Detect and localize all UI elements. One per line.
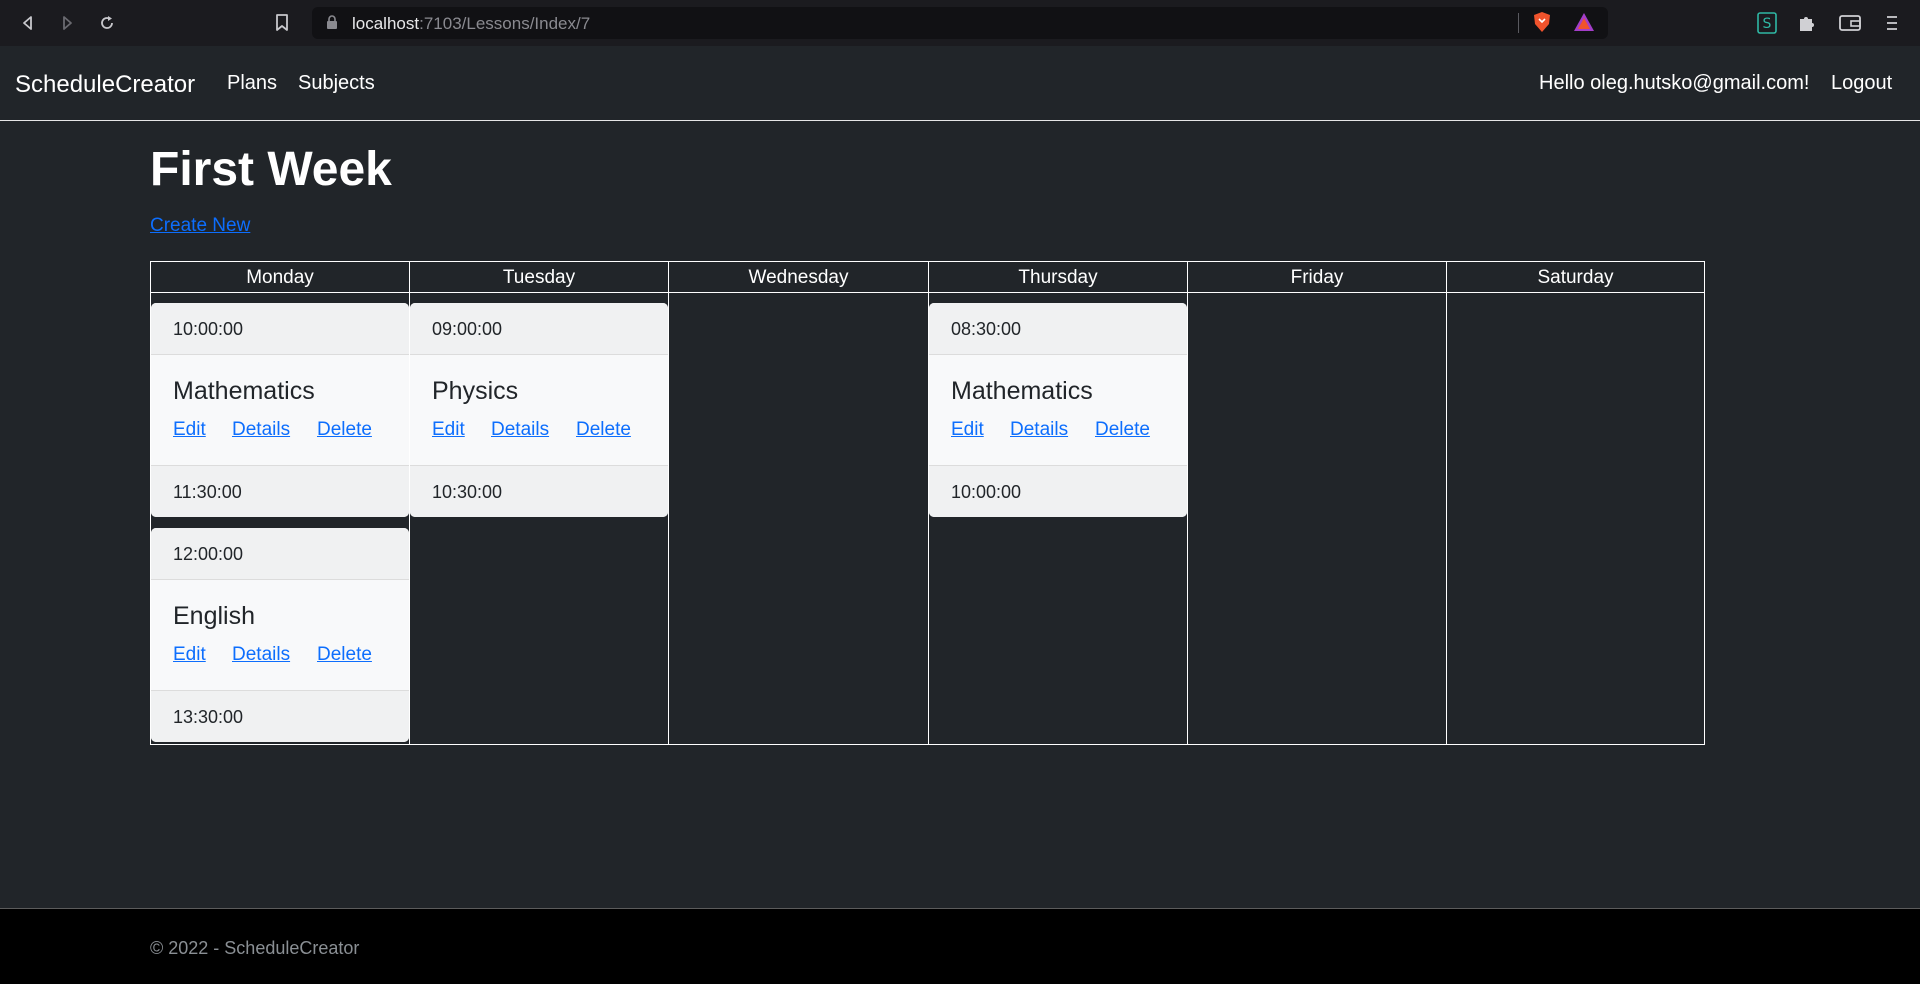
- day-header: Monday: [151, 262, 409, 293]
- lesson-end-time: 11:30:00: [151, 465, 409, 517]
- url-text: localhost:7103/Lessons/Index/7: [352, 14, 590, 34]
- lesson-start-time: 10:00:00: [151, 303, 409, 355]
- lesson-card: 08:30:00 Mathematics Edit Details Delete…: [929, 303, 1187, 517]
- lesson-end-time: 10:30:00: [410, 465, 668, 517]
- delete-link[interactable]: Delete: [576, 419, 631, 441]
- edit-link[interactable]: Edit: [432, 419, 465, 441]
- edit-link[interactable]: Edit: [951, 419, 984, 441]
- nav-link-subjects[interactable]: Subjects: [298, 72, 375, 95]
- brand-link[interactable]: ScheduleCreator: [15, 71, 195, 99]
- delete-link[interactable]: Delete: [317, 419, 372, 441]
- page-title: First Week: [150, 143, 392, 196]
- lesson-start-time: 08:30:00: [929, 303, 1187, 355]
- wallet-icon[interactable]: [1838, 11, 1862, 35]
- lesson-end-time: 13:30:00: [151, 690, 409, 742]
- bookmark-icon[interactable]: [270, 11, 294, 35]
- url-path: :7103/Lessons/Index/7: [419, 14, 591, 33]
- day-header: Saturday: [1447, 262, 1704, 293]
- edit-link[interactable]: Edit: [173, 644, 206, 666]
- details-link[interactable]: Details: [491, 419, 549, 441]
- app-navbar: ScheduleCreator Plans Subjects Hello ole…: [0, 46, 1920, 121]
- create-new-link[interactable]: Create New: [150, 215, 250, 237]
- back-icon[interactable]: [16, 11, 40, 35]
- day-header: Tuesday: [410, 262, 668, 293]
- lesson-end-time: 10:00:00: [929, 465, 1187, 517]
- delete-link[interactable]: Delete: [1095, 419, 1150, 441]
- lesson-subject: English: [173, 602, 255, 630]
- puzzle-icon[interactable]: [1795, 11, 1819, 35]
- lesson-subject: Physics: [432, 377, 519, 405]
- day-column-thursday: Thursday 08:30:00 Mathematics Edit Detai…: [928, 262, 1187, 744]
- lesson-start-time: 12:00:00: [151, 528, 409, 580]
- lesson-subject: Mathematics: [173, 377, 315, 405]
- day-column-wednesday: Wednesday: [668, 262, 928, 744]
- nav-link-plans[interactable]: Plans: [227, 72, 277, 95]
- schedule-table: Monday 10:00:00 Mathematics Edit Details…: [150, 261, 1705, 745]
- user-greeting[interactable]: Hello oleg.hutsko@gmail.com!: [1539, 72, 1809, 95]
- details-link[interactable]: Details: [232, 419, 290, 441]
- brave-rewards-icon[interactable]: [1572, 10, 1596, 34]
- lesson-body: Mathematics Edit Details Delete: [151, 355, 409, 465]
- browser-toolbar: localhost:7103/Lessons/Index/7 S: [0, 0, 1920, 46]
- lesson-start-time: 09:00:00: [410, 303, 668, 355]
- logout-link[interactable]: Logout: [1831, 72, 1892, 95]
- footer-copyright: © 2022 - ScheduleCreator: [150, 938, 360, 958]
- menu-icon[interactable]: [1880, 11, 1904, 35]
- lesson-card: 10:00:00 Mathematics Edit Details Delete…: [151, 303, 409, 517]
- lesson-body: Physics Edit Details Delete: [410, 355, 668, 465]
- svg-text:S: S: [1763, 16, 1772, 32]
- url-host: localhost: [352, 14, 420, 33]
- lesson-subject: Mathematics: [951, 377, 1093, 405]
- url-separator: [1518, 13, 1519, 33]
- day-column-saturday: Saturday: [1446, 262, 1704, 744]
- lock-icon: [327, 15, 337, 29]
- s-extension-icon[interactable]: S: [1755, 11, 1779, 35]
- footer: © 2022 - ScheduleCreator: [0, 908, 1920, 984]
- details-link[interactable]: Details: [1010, 419, 1068, 441]
- delete-link[interactable]: Delete: [317, 644, 372, 666]
- forward-icon[interactable]: [55, 11, 79, 35]
- day-header: Thursday: [929, 262, 1187, 293]
- day-header: Friday: [1188, 262, 1446, 293]
- details-link[interactable]: Details: [232, 644, 290, 666]
- address-bar[interactable]: localhost:7103/Lessons/Index/7: [312, 7, 1608, 39]
- day-column-tuesday: Tuesday 09:00:00 Physics Edit Details De…: [409, 262, 668, 744]
- lesson-card: 09:00:00 Physics Edit Details Delete 10:…: [410, 303, 668, 517]
- day-header: Wednesday: [669, 262, 928, 293]
- lesson-card: 12:00:00 English Edit Details Delete 13:…: [151, 528, 409, 742]
- reload-icon[interactable]: [95, 11, 119, 35]
- edit-link[interactable]: Edit: [173, 419, 206, 441]
- day-column-friday: Friday: [1187, 262, 1446, 744]
- lesson-body: Mathematics Edit Details Delete: [929, 355, 1187, 465]
- brave-shield-icon[interactable]: [1530, 10, 1554, 34]
- lesson-body: English Edit Details Delete: [151, 580, 409, 690]
- day-column-monday: Monday 10:00:00 Mathematics Edit Details…: [151, 262, 409, 744]
